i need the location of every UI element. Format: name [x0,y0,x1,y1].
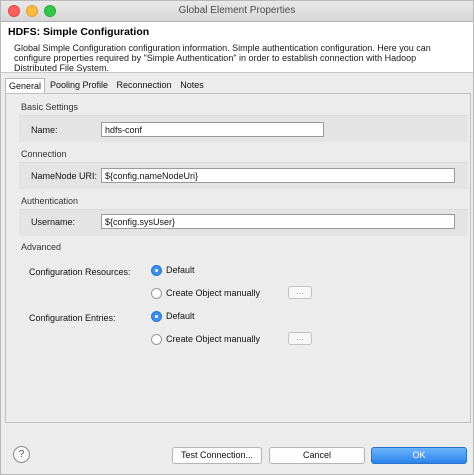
entries-create-manually-option[interactable]: Create Object manually [151,332,276,348]
radio-label: Default [166,311,195,321]
tab-pooling-profile[interactable]: Pooling Profile [47,78,111,93]
configuration-resources-label: Configuration Resources: [29,267,131,277]
close-window-icon[interactable] [8,5,20,17]
advanced-label: Advanced [21,242,62,252]
radio-checked-icon[interactable] [151,265,162,276]
tab-notes[interactable]: Notes [177,78,207,93]
radio-label: Create Object manually [166,288,261,298]
radio-label: Default [166,265,195,275]
tab-general[interactable]: General [5,78,45,93]
ok-button[interactable]: OK [371,447,467,464]
username-label: Username: [31,217,76,227]
radio-unchecked-icon[interactable] [151,288,162,299]
dialog-description: Global Simple Configuration configuratio… [14,43,431,73]
radio-checked-icon[interactable] [151,311,162,322]
dialog-header: HDFS: Simple Configuration Global Simple… [1,22,473,73]
namenode-uri-label: NameNode URI: [31,171,98,181]
namenode-uri-input[interactable] [101,168,455,183]
entries-browse-button[interactable]: ... [288,332,312,345]
radio-label: Create Object manually [166,334,261,344]
minimize-window-icon[interactable] [26,5,38,17]
title-bar[interactable]: Global Element Properties [1,1,473,22]
window-title: Global Element Properties [178,5,296,16]
global-element-properties-dialog: Global Element Properties HDFS: Simple C… [0,0,474,475]
name-input[interactable] [101,122,324,137]
help-icon[interactable]: ? [13,446,30,463]
username-input[interactable] [101,214,455,229]
resources-default-option[interactable]: Default [151,263,251,279]
dialog-title: HDFS: Simple Configuration [8,26,150,38]
name-label: Name: [31,125,58,135]
radio-unchecked-icon[interactable] [151,334,162,345]
entries-default-option[interactable]: Default [151,309,251,325]
connection-label: Connection [21,149,67,159]
resources-create-manually-option[interactable]: Create Object manually [151,286,276,302]
cancel-button[interactable]: Cancel [269,447,365,464]
tab-reconnection[interactable]: Reconnection [113,78,175,93]
authentication-label: Authentication [21,196,79,206]
general-tab-panel: Basic Settings Name: Connection NameNode… [5,93,471,423]
configuration-entries-label: Configuration Entries: [29,313,116,323]
maximize-window-icon[interactable] [44,5,56,17]
test-connection-button[interactable]: Test Connection... [172,447,262,464]
resources-browse-button[interactable]: ... [288,286,312,299]
basic-settings-label: Basic Settings [21,102,79,112]
